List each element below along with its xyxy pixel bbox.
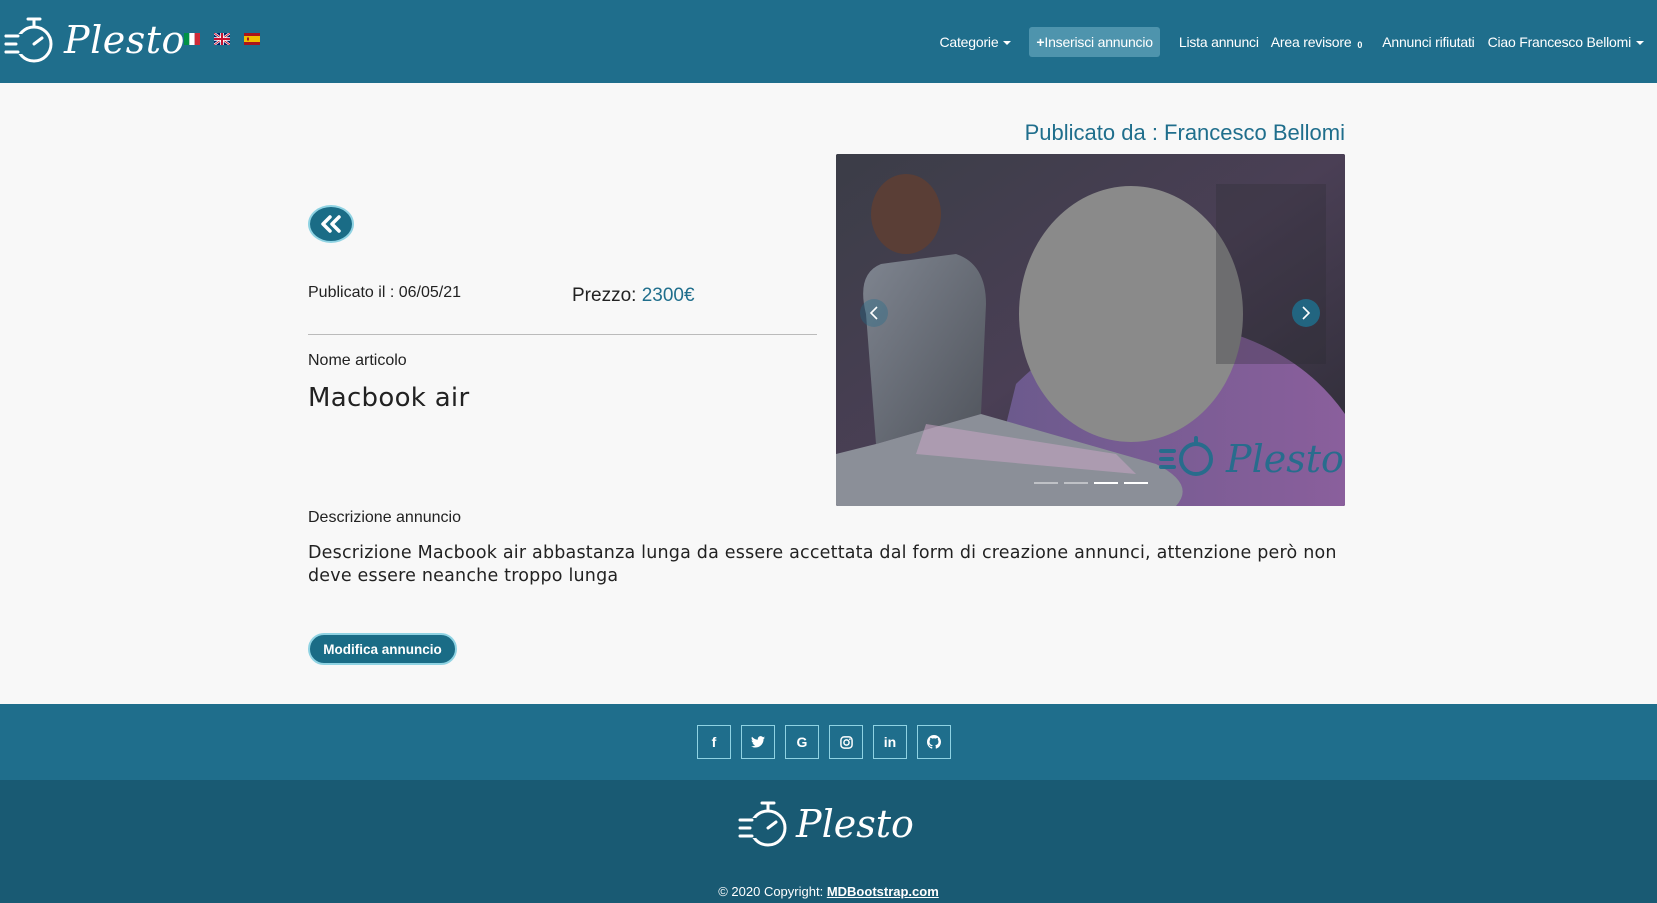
reviewer-count-badge: 0: [1357, 39, 1363, 50]
divider: [308, 334, 817, 335]
price-label: Prezzo:: [572, 285, 637, 306]
language-switcher: [184, 33, 260, 45]
chevron-down-icon: [1636, 40, 1644, 45]
carousel-indicators: [1034, 482, 1148, 484]
brand-name: Plesto: [64, 18, 185, 62]
social-links: f G in: [697, 725, 951, 759]
flag-uk-icon[interactable]: [214, 33, 230, 45]
nav-reviewer-link[interactable]: Area revisore 0: [1270, 33, 1363, 50]
edit-listing-button[interactable]: Modifica annuncio: [308, 633, 457, 665]
footer-brand-logo: Plesto: [738, 798, 914, 850]
price: Prezzo: 2300€: [572, 285, 695, 307]
chevron-right-icon: [1302, 306, 1311, 320]
github-icon[interactable]: [917, 725, 951, 759]
carousel-prev-button[interactable]: [860, 299, 888, 327]
copyright-text: © 2020 Copyright:: [718, 884, 824, 899]
flag-es-icon[interactable]: [244, 33, 260, 45]
carousel-next-button[interactable]: [1292, 299, 1320, 327]
facebook-icon[interactable]: f: [697, 725, 731, 759]
back-button[interactable]: [308, 205, 354, 243]
chevron-left-icon: [869, 306, 878, 320]
brand-logo[interactable]: Plesto: [4, 12, 185, 68]
published-date: Publicato il : 06/05/21: [308, 284, 461, 301]
nav-insert-listing-button[interactable]: +Inserisci annuncio: [1029, 26, 1160, 57]
nav-user-label: Ciao Francesco Bellomi: [1487, 33, 1632, 50]
footer-social-bar: f G in: [0, 704, 1657, 780]
description-value: Descrizione Macbook air abbastanza lunga…: [308, 543, 1337, 586]
carousel-indicator[interactable]: [1034, 482, 1058, 484]
item-name-label: Nome articolo: [308, 352, 407, 369]
nav-user-dropdown[interactable]: Ciao Francesco Bellomi: [1488, 34, 1644, 50]
nav-categories-dropdown[interactable]: Categorie: [940, 34, 1012, 50]
chevron-down-icon: [1003, 40, 1012, 45]
carousel-watermark: Plesto: [1225, 437, 1344, 481]
navbar: Plesto Categorie +Inserisci annuncio Lis…: [0, 0, 1657, 83]
item-name-value: Macbook air: [308, 383, 470, 413]
instagram-icon[interactable]: [829, 725, 863, 759]
footer: Plesto © 2020 Copyright: MDBootstrap.com: [0, 780, 1657, 903]
image-carousel[interactable]: Plesto: [836, 154, 1345, 506]
nav-rejected-link[interactable]: Annunci rifiutati: [1382, 34, 1475, 50]
nav-insert-label: Inserisci annuncio: [1044, 33, 1153, 50]
copyright: © 2020 Copyright: MDBootstrap.com: [0, 884, 1657, 899]
price-value: 2300€: [641, 285, 695, 306]
stopwatch-lines-icon: [4, 17, 53, 63]
listing-photo: Plesto: [836, 154, 1345, 506]
nav-categories-label: Categorie: [939, 33, 999, 50]
nav-listings-link[interactable]: Lista annunci: [1179, 34, 1259, 50]
google-icon[interactable]: G: [785, 725, 819, 759]
carousel-indicator[interactable]: [1064, 482, 1088, 484]
description-label: Descrizione annuncio: [308, 509, 461, 526]
published-by-heading: Publicato da : Francesco Bellomi: [1024, 120, 1345, 145]
nav-reviewer-label: Area revisore: [1270, 33, 1352, 50]
twitter-icon[interactable]: [741, 725, 775, 759]
carousel-indicator[interactable]: [1124, 482, 1148, 484]
linkedin-icon[interactable]: in: [873, 725, 907, 759]
flag-it-icon[interactable]: [184, 33, 200, 45]
copyright-link[interactable]: MDBootstrap.com: [827, 884, 939, 899]
stopwatch-lines-icon: [738, 801, 787, 847]
footer-brand-name: Plesto: [796, 802, 914, 846]
double-chevron-left-icon: [321, 215, 341, 233]
nav-menu: Categorie +Inserisci annuncio Lista annu…: [940, 0, 1657, 83]
carousel-indicator-active[interactable]: [1094, 482, 1118, 484]
